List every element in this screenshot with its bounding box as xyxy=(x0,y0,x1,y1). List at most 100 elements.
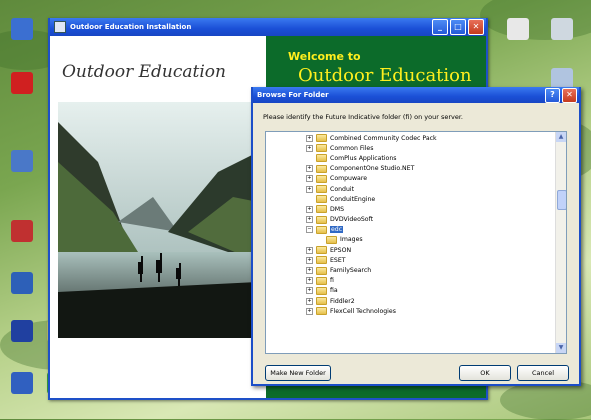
close-button[interactable]: ✕ xyxy=(468,19,484,35)
expand-toggle-icon[interactable]: + xyxy=(306,175,313,183)
make-new-folder-button[interactable]: Make New Folder xyxy=(265,365,331,381)
folder-label: fia xyxy=(330,287,338,295)
folder-tree-item[interactable]: + DVDVideoSoft xyxy=(266,215,566,225)
dialog-prompt: Please identify the Future Indicative fo… xyxy=(263,113,463,121)
folder-label: ESET xyxy=(330,256,346,264)
welcome-product: Outdoor Education xyxy=(298,65,472,86)
folder-tree-item[interactable]: + fi xyxy=(266,276,566,286)
folder-icon xyxy=(316,174,327,183)
folder-label: DMS xyxy=(330,205,345,213)
maximize-button[interactable]: □ xyxy=(450,19,466,35)
browse-for-folder-dialog: Browse For Folder ? ✕ Please identify th… xyxy=(251,87,581,386)
expand-toggle-icon[interactable]: + xyxy=(306,205,313,213)
folder-label: ConduitEngine xyxy=(330,195,376,203)
app-icon xyxy=(507,18,529,40)
expand-toggle-icon[interactable]: + xyxy=(306,246,313,254)
app-icon xyxy=(11,72,33,94)
expand-toggle-icon[interactable]: + xyxy=(306,185,313,193)
folder-tree-item[interactable]: + FamilySearch xyxy=(266,265,566,275)
expand-toggle-icon[interactable]: + xyxy=(306,307,313,315)
folder-tree-item[interactable]: − edc xyxy=(266,225,566,235)
folder-icon xyxy=(316,225,327,234)
folder-icon xyxy=(316,246,327,255)
expand-toggle-icon[interactable]: + xyxy=(306,256,313,264)
folder-tree-item[interactable]: + ComponentOne Studio.NET xyxy=(266,164,566,174)
desktop-icon[interactable] xyxy=(496,18,540,42)
expand-toggle-icon[interactable]: + xyxy=(306,165,313,173)
folder-label: ComPlus Applications xyxy=(330,154,397,162)
expand-toggle-icon[interactable]: + xyxy=(306,267,313,275)
expand-toggle-icon[interactable]: + xyxy=(306,277,313,285)
folder-label: EPSON xyxy=(330,246,352,254)
folder-label: Fiddler2 xyxy=(330,297,355,305)
expand-toggle-icon[interactable]: + xyxy=(306,297,313,305)
folder-tree-item[interactable]: + FlexCell Technologies xyxy=(266,306,566,316)
folder-tree-item[interactable]: + Conduit xyxy=(266,184,566,194)
app-icon xyxy=(11,372,33,394)
expand-toggle-icon[interactable]: + xyxy=(306,134,313,142)
help-button[interactable]: ? xyxy=(545,87,560,103)
window-title: Outdoor Education Installation xyxy=(70,23,192,31)
folder-label: Images xyxy=(340,236,363,244)
expand-toggle-icon[interactable]: − xyxy=(306,226,313,234)
desktop-icon[interactable] xyxy=(0,272,44,296)
ok-button[interactable]: OK xyxy=(459,365,511,381)
folder-icon xyxy=(316,215,327,224)
desktop-icon[interactable] xyxy=(0,220,44,244)
folder-icon xyxy=(316,164,327,173)
brand-title: Outdoor Education xyxy=(62,62,226,82)
folder-icon xyxy=(326,235,337,244)
expand-toggle-icon[interactable]: + xyxy=(306,287,313,295)
folder-label: edc xyxy=(330,226,344,234)
minimize-button[interactable]: _ xyxy=(432,19,448,35)
folder-icon xyxy=(316,185,327,194)
desktop-icon[interactable] xyxy=(0,150,44,174)
folder-tree-item[interactable]: ComPlus Applications xyxy=(266,153,566,163)
folder-icon xyxy=(316,286,327,295)
landscape-photo xyxy=(58,102,258,338)
app-icon xyxy=(11,320,33,342)
folder-tree-item[interactable]: + EPSON xyxy=(266,245,566,255)
folder-tree-item[interactable]: + ESET xyxy=(266,255,566,265)
folder-tree-item[interactable]: + Common Files xyxy=(266,143,566,153)
folder-label: fi xyxy=(330,277,334,285)
folder-tree-item[interactable]: ConduitEngine xyxy=(266,194,566,204)
folder-icon xyxy=(316,297,327,306)
app-icon xyxy=(11,18,33,40)
folder-tree-item[interactable]: + Fiddler2 xyxy=(266,296,566,306)
folder-icon xyxy=(316,205,327,214)
cancel-button[interactable]: Cancel xyxy=(517,365,569,381)
scroll-thumb[interactable] xyxy=(557,190,566,210)
folder-label: Common Files xyxy=(330,144,374,152)
scroll-up-arrow-icon[interactable]: ▲ xyxy=(556,132,566,142)
desktop-icon[interactable] xyxy=(0,72,44,96)
installer-left-panel: Outdoor Education xyxy=(50,36,266,398)
folder-tree-item[interactable]: + Combined Community Codec Pack xyxy=(266,133,566,143)
desktop-icon[interactable] xyxy=(540,18,584,42)
vertical-scrollbar[interactable]: ▲ ▼ xyxy=(555,132,566,353)
folder-icon xyxy=(316,276,327,285)
folder-icon xyxy=(316,144,327,153)
folder-tree-item[interactable]: + DMS xyxy=(266,204,566,214)
installer-title-bar[interactable]: Outdoor Education Installation _ □ ✕ xyxy=(50,18,486,36)
folder-icon xyxy=(316,195,327,204)
landscape-photo-image xyxy=(58,102,258,338)
scroll-down-arrow-icon[interactable]: ▼ xyxy=(556,343,566,353)
folder-label: Conduit xyxy=(330,185,355,193)
dialog-title: Browse For Folder xyxy=(257,91,329,99)
folder-label: FamilySearch xyxy=(330,267,372,275)
folder-tree[interactable]: + Combined Community Codec Pack + Common Fi… xyxy=(265,131,567,354)
folder-tree-rows: + Combined Community Codec Pack + Common Fi… xyxy=(266,132,566,316)
app-icon xyxy=(11,150,33,172)
desktop-icon[interactable] xyxy=(0,18,44,42)
folder-tree-item[interactable]: + Compuware xyxy=(266,174,566,184)
expand-toggle-icon[interactable]: + xyxy=(306,144,313,152)
folder-tree-item[interactable]: Images xyxy=(266,235,566,245)
folder-icon xyxy=(316,307,327,316)
folder-tree-item[interactable]: + fia xyxy=(266,286,566,296)
expand-toggle-icon[interactable]: + xyxy=(306,216,313,224)
app-icon xyxy=(551,18,573,40)
dialog-close-button[interactable]: ✕ xyxy=(562,87,577,103)
dialog-title-bar[interactable]: Browse For Folder ? ✕ xyxy=(253,87,579,103)
folder-icon xyxy=(316,256,327,265)
